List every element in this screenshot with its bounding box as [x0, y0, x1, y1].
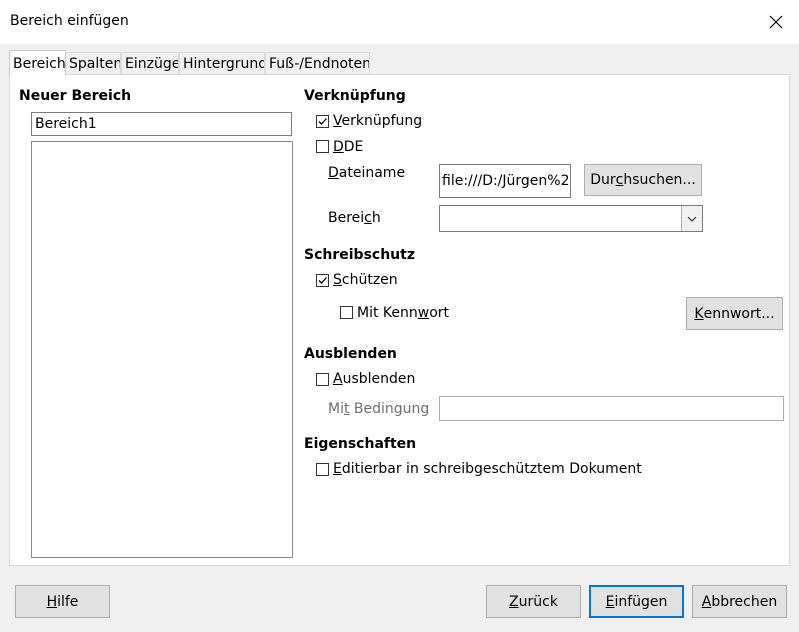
checkmark-icon [318, 277, 327, 284]
tab-label: Fuß-/Endnoten [269, 56, 370, 72]
hide-checkbox[interactable] [316, 373, 329, 386]
dde-checkbox[interactable] [316, 140, 329, 153]
browse-button[interactable]: Dur c hsuchen... [584, 164, 702, 196]
tab-label: Hintergrund [183, 56, 265, 72]
tab-fuss-endnoten[interactable]: Fuß-/Endnoten [265, 52, 370, 74]
password-checkbox-label[interactable]: Mit Kennwort [357, 305, 449, 321]
window-title: Bereich einfügen [10, 13, 129, 29]
close-button[interactable] [753, 0, 799, 44]
protect-checkbox-label[interactable]: Schützen [333, 272, 398, 288]
tab-label: Bereich [13, 56, 66, 72]
condition-label: Mit Bedingung [328, 401, 430, 417]
protect-checkbox[interactable] [316, 274, 329, 287]
section-name-input[interactable]: Bereich1 [31, 112, 292, 136]
tab-bereich[interactable]: Bereich [9, 50, 66, 75]
close-icon [769, 15, 783, 29]
eigenschaften-heading: Eigenschaften [304, 436, 417, 452]
schreibschutz-heading: Schreibschutz [304, 247, 415, 263]
link-checkbox-label[interactable]: Verknüpfung [333, 113, 422, 129]
editable-checkbox-label[interactable]: Editierbar in schreibgeschütztem Dokumen… [333, 461, 642, 477]
hide-checkbox-label[interactable]: Ausblenden [333, 371, 415, 387]
tab-label: Spalten [69, 56, 121, 72]
tab-hintergrund[interactable]: Hintergrund [179, 52, 265, 74]
tab-label: Einzüge [125, 56, 179, 72]
verknuepfung-heading: Verknüpfung [304, 88, 406, 104]
link-checkbox[interactable] [316, 115, 329, 128]
dropdown-arrow[interactable] [681, 206, 702, 231]
back-button[interactable]: Zurück [486, 585, 581, 618]
checkmark-icon [318, 118, 327, 125]
password-button[interactable]: Kennwort... [686, 297, 783, 330]
password-checkbox[interactable] [340, 306, 353, 319]
chevron-down-icon [687, 216, 697, 222]
bereich-label: Bereich [328, 210, 381, 226]
condition-input[interactable] [439, 396, 784, 421]
cancel-button[interactable]: Abbrechen [692, 585, 787, 618]
dde-checkbox-label[interactable]: DDE [333, 139, 363, 155]
title-bar: Bereich einfügen [0, 0, 799, 44]
editable-checkbox[interactable] [316, 463, 329, 476]
dateiname-label: Dateiname [328, 165, 406, 181]
tab-einzuege[interactable]: Einzüge [121, 52, 179, 74]
help-button[interactable]: Hilfe [15, 585, 110, 618]
bereich-dropdown[interactable] [439, 205, 703, 232]
ausblenden-heading: Ausblenden [304, 346, 397, 362]
tab-panel-bereich: Neuer Bereich Bereich1 Verknüpfung Verkn… [9, 74, 790, 566]
dateiname-input[interactable]: file:///D:/Jürgen%20 [439, 164, 571, 198]
section-list[interactable] [31, 141, 293, 558]
insert-button[interactable]: Einfügen [589, 585, 684, 618]
neuer-bereich-heading: Neuer Bereich [19, 88, 132, 104]
tab-spalten[interactable]: Spalten [65, 52, 121, 74]
